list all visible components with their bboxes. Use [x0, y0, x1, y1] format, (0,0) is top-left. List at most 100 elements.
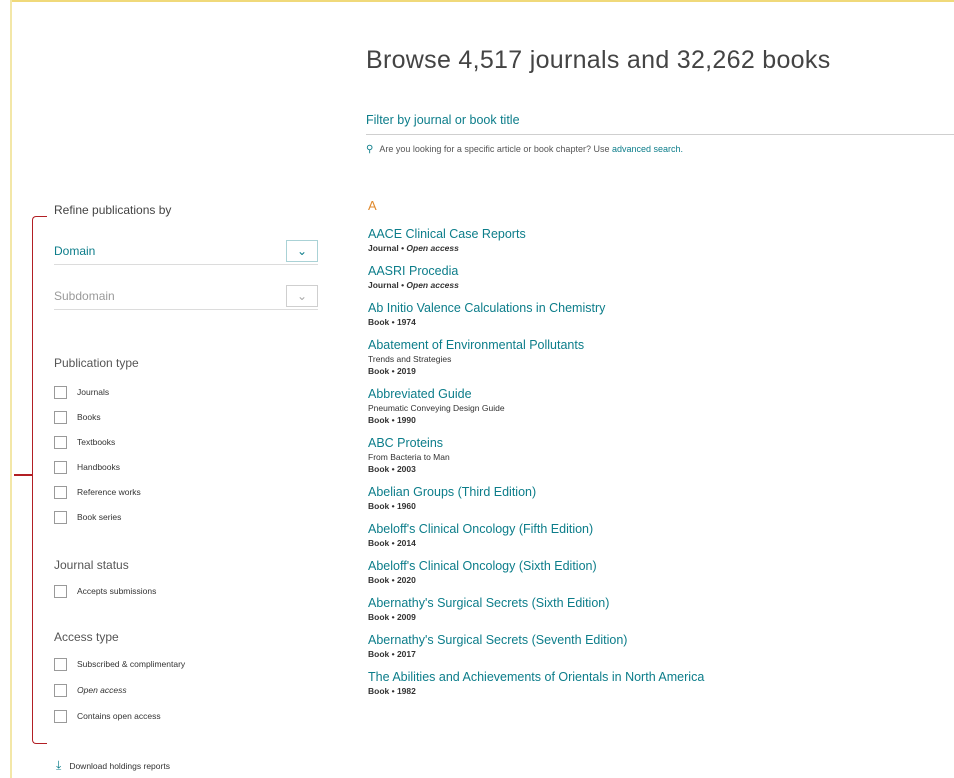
list-item: Ab Initio Valence Calculations in Chemis…	[368, 300, 954, 328]
publication-subtitle: Trends and Strategies	[368, 354, 452, 364]
publication-detail: 1990	[396, 415, 416, 425]
advanced-search-hint: ⚲ Are you looking for a specific article…	[366, 144, 683, 155]
publication-detail: 2014	[396, 538, 416, 548]
checkbox-label: Subscribed & complimentary	[77, 659, 186, 669]
checkbox[interactable]	[54, 385, 67, 399]
publication-type: Book	[368, 501, 390, 511]
publication-title-link[interactable]: Abernathy's Surgical Secrets (Sixth Edit…	[368, 595, 954, 611]
checkbox[interactable]	[54, 657, 67, 671]
checkbox[interactable]	[54, 584, 67, 598]
publication-detail: Open access	[406, 280, 459, 290]
checkbox[interactable]	[54, 683, 67, 697]
publication-type: Book	[368, 575, 390, 585]
publication-title-link[interactable]: Abeloff's Clinical Oncology (Sixth Editi…	[368, 558, 954, 574]
meta-separator: •	[389, 464, 397, 474]
refine-title: Refine publications by	[54, 203, 172, 217]
filter-books[interactable]: Books	[54, 409, 101, 425]
publication-type: Book	[368, 317, 390, 327]
publication-meta: Journal • Open access	[368, 279, 954, 291]
list-item: Abatement of Environmental Pollutants Tre…	[368, 337, 954, 377]
filter-textbooks[interactable]: Textbooks	[54, 434, 115, 450]
chevron-down-icon[interactable]: ⌄	[286, 285, 318, 307]
checkbox-label: Contains open access	[77, 711, 161, 721]
publication-type: Journal	[368, 243, 399, 253]
checkbox-label: Textbooks	[77, 437, 116, 447]
frame-left-border	[10, 0, 12, 778]
publication-meta: Book • 1974	[368, 316, 954, 328]
publication-title-link[interactable]: Abatement of Environmental Pollutants	[368, 337, 954, 353]
publication-meta: Book • 2019	[368, 365, 954, 377]
list-item: Abbreviated Guide Pneumatic Conveying Des…	[368, 386, 954, 426]
publication-title-link[interactable]: AASRI Procedia	[368, 263, 954, 279]
list-item: The Abilities and Achievements of Orient…	[368, 669, 954, 697]
publication-detail: 2017	[396, 649, 416, 659]
publication-list: AACE Clinical Case Reports Journal • Open…	[368, 226, 954, 706]
publication-detail: 1960	[396, 501, 416, 511]
list-item: Abeloff's Clinical Oncology (Sixth Editi…	[368, 558, 954, 586]
page-title: Browse 4,517 journals and 32,262 books	[366, 46, 831, 74]
search-icon: ⚲	[366, 144, 374, 155]
publication-meta: Book • 1990	[368, 414, 954, 426]
checkbox-label: Handbooks	[77, 462, 121, 472]
checkbox[interactable]	[54, 485, 67, 499]
filter-book-series[interactable]: Book series	[54, 509, 121, 525]
download-icon: ⤓	[56, 758, 62, 772]
checkbox-label: Books	[77, 412, 101, 422]
checkbox-label: Open access	[77, 685, 127, 695]
chevron-down-icon[interactable]: ⌄	[286, 240, 318, 262]
filter-input[interactable]	[366, 108, 954, 132]
publication-type: Book	[368, 415, 390, 425]
meta-separator: •	[389, 366, 397, 376]
filter-journals[interactable]: Journals	[54, 384, 109, 400]
publication-meta: Book • 2003	[368, 463, 954, 475]
publication-title-link[interactable]: Abeloff's Clinical Oncology (Fifth Editi…	[368, 521, 954, 537]
advanced-search-link[interactable]: advanced search.	[612, 144, 683, 154]
checkbox[interactable]	[54, 410, 67, 424]
hint-text: Are you looking for a specific article o…	[379, 144, 610, 154]
filter-field[interactable]	[366, 108, 954, 135]
sidebar-bracket	[32, 216, 47, 744]
publication-detail: 1982	[396, 686, 416, 696]
checkbox[interactable]	[54, 510, 67, 524]
publication-title-link[interactable]: Abernathy's Surgical Secrets (Seventh Ed…	[368, 632, 954, 648]
publication-title-link[interactable]: ABC Proteins	[368, 435, 954, 451]
download-label: Download holdings reports	[69, 760, 170, 771]
publication-meta: Journal • Open access	[368, 242, 954, 254]
filter-subscribed[interactable]: Subscribed & complimentary	[54, 656, 185, 672]
publication-title-link[interactable]: AACE Clinical Case Reports	[368, 226, 954, 242]
publication-title-link[interactable]: The Abilities and Achievements of Orient…	[368, 669, 954, 685]
download-holdings-link[interactable]: ⤓ Download holdings reports	[56, 758, 170, 773]
publication-type: Book	[368, 464, 390, 474]
publication-detail: 2019	[396, 366, 416, 376]
access-type-title: Access type	[54, 630, 119, 644]
meta-separator: •	[389, 649, 397, 659]
subdomain-select[interactable]: Subdomain ⌄	[54, 283, 318, 310]
filter-contains-open-access[interactable]: Contains open access	[54, 708, 161, 724]
publication-detail: 2003	[396, 464, 416, 474]
domain-select[interactable]: Domain ⌄	[54, 238, 318, 265]
publication-meta: Book • 2020	[368, 574, 954, 586]
meta-separator: •	[389, 415, 397, 425]
list-item: Abeloff's Clinical Oncology (Fifth Editi…	[368, 521, 954, 549]
publication-title-link[interactable]: Ab Initio Valence Calculations in Chemis…	[368, 300, 954, 316]
filter-accepts-submissions[interactable]: Accepts submissions	[54, 583, 156, 599]
checkbox[interactable]	[54, 709, 67, 723]
checkbox[interactable]	[54, 460, 67, 474]
publication-detail: 2020	[396, 575, 416, 585]
frame-top-border	[10, 0, 954, 10]
filter-open-access[interactable]: Open access	[54, 682, 127, 698]
filter-reference-works[interactable]: Reference works	[54, 484, 141, 500]
publication-type: Book	[368, 612, 390, 622]
checkbox-label: Reference works	[77, 487, 141, 497]
checkbox-label: Book series	[77, 512, 122, 522]
meta-separator: •	[389, 538, 397, 548]
list-item: AACE Clinical Case Reports Journal • Open…	[368, 226, 954, 254]
meta-separator: •	[389, 317, 397, 327]
domain-label: Domain	[54, 244, 96, 258]
publication-title-link[interactable]: Abbreviated Guide	[368, 386, 954, 402]
filter-handbooks[interactable]: Handbooks	[54, 459, 120, 475]
publication-title-link[interactable]: Abelian Groups (Third Edition)	[368, 484, 954, 500]
sidebar-bracket-tip	[14, 474, 33, 476]
alphabet-letter: A	[368, 198, 377, 213]
checkbox[interactable]	[54, 435, 67, 449]
